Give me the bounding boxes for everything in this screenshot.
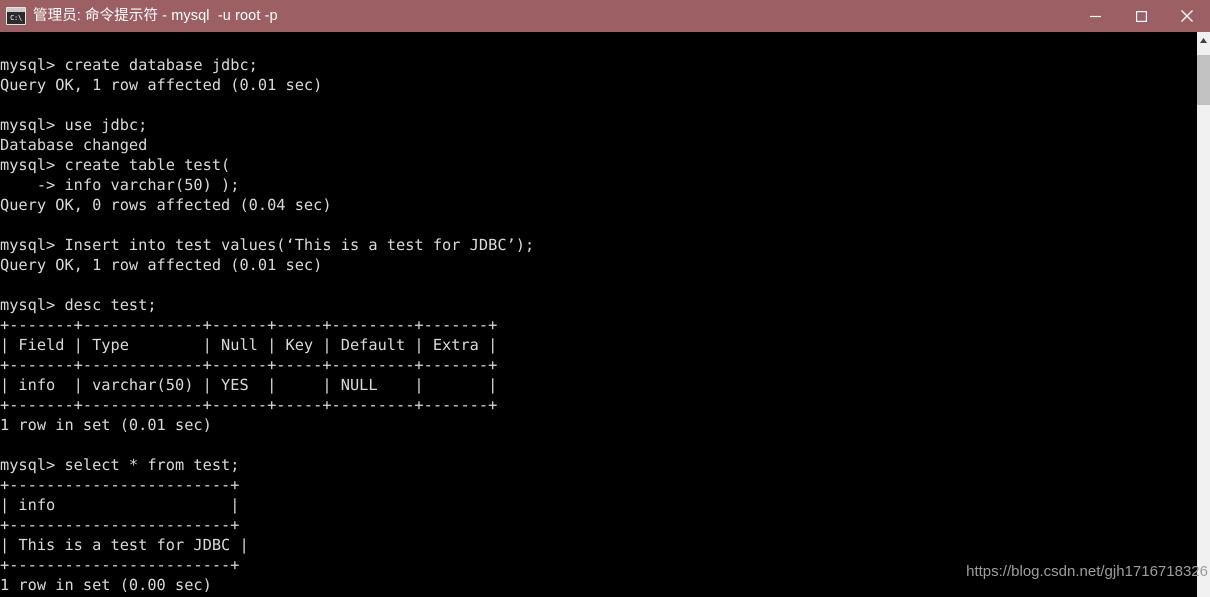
cmd-console-icon: C:\ [6, 7, 26, 25]
terminal-output-area[interactable]: mysql> create database jdbc; Query OK, 1… [0, 32, 1196, 597]
window-title: 管理员: 命令提示符 - mysql -u root -p [33, 8, 278, 24]
vertical-scrollbar[interactable] [1196, 32, 1210, 597]
terminal-text: mysql> create database jdbc; Query OK, 1… [0, 56, 535, 594]
watermark-text: https://blog.csdn.net/gjh1716718326 [966, 563, 1208, 580]
scroll-up-arrow-icon[interactable] [1197, 32, 1210, 49]
close-button[interactable] [1164, 0, 1210, 32]
window-titlebar[interactable]: C:\ 管理员: 命令提示符 - mysql -u root -p [0, 0, 1210, 32]
maximize-button[interactable] [1118, 0, 1164, 32]
icon-prompt-text: C:\ [10, 14, 22, 22]
scrollbar-thumb[interactable] [1197, 55, 1210, 105]
minimize-button[interactable] [1072, 0, 1118, 32]
cmd-window: C:\ 管理员: 命令提示符 - mysql -u root -p mysql>… [0, 0, 1210, 597]
